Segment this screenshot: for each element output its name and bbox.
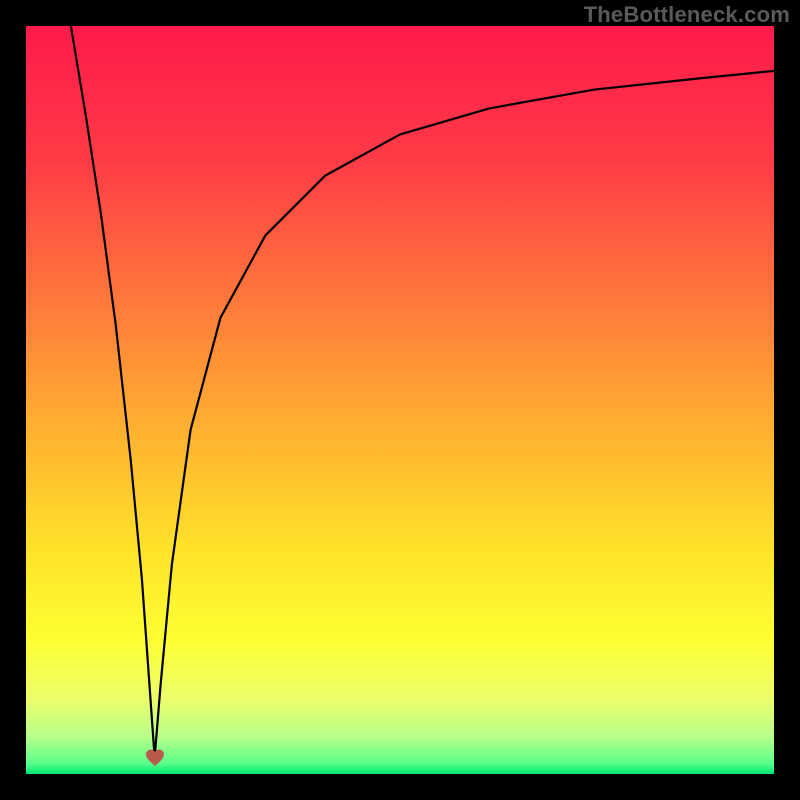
watermark-text: TheBottleneck.com: [584, 2, 790, 28]
chart-frame: TheBottleneck.com: [0, 0, 800, 800]
bottleneck-curve: [26, 26, 774, 774]
heart-icon: [143, 746, 167, 770]
plot-area: [26, 26, 774, 774]
